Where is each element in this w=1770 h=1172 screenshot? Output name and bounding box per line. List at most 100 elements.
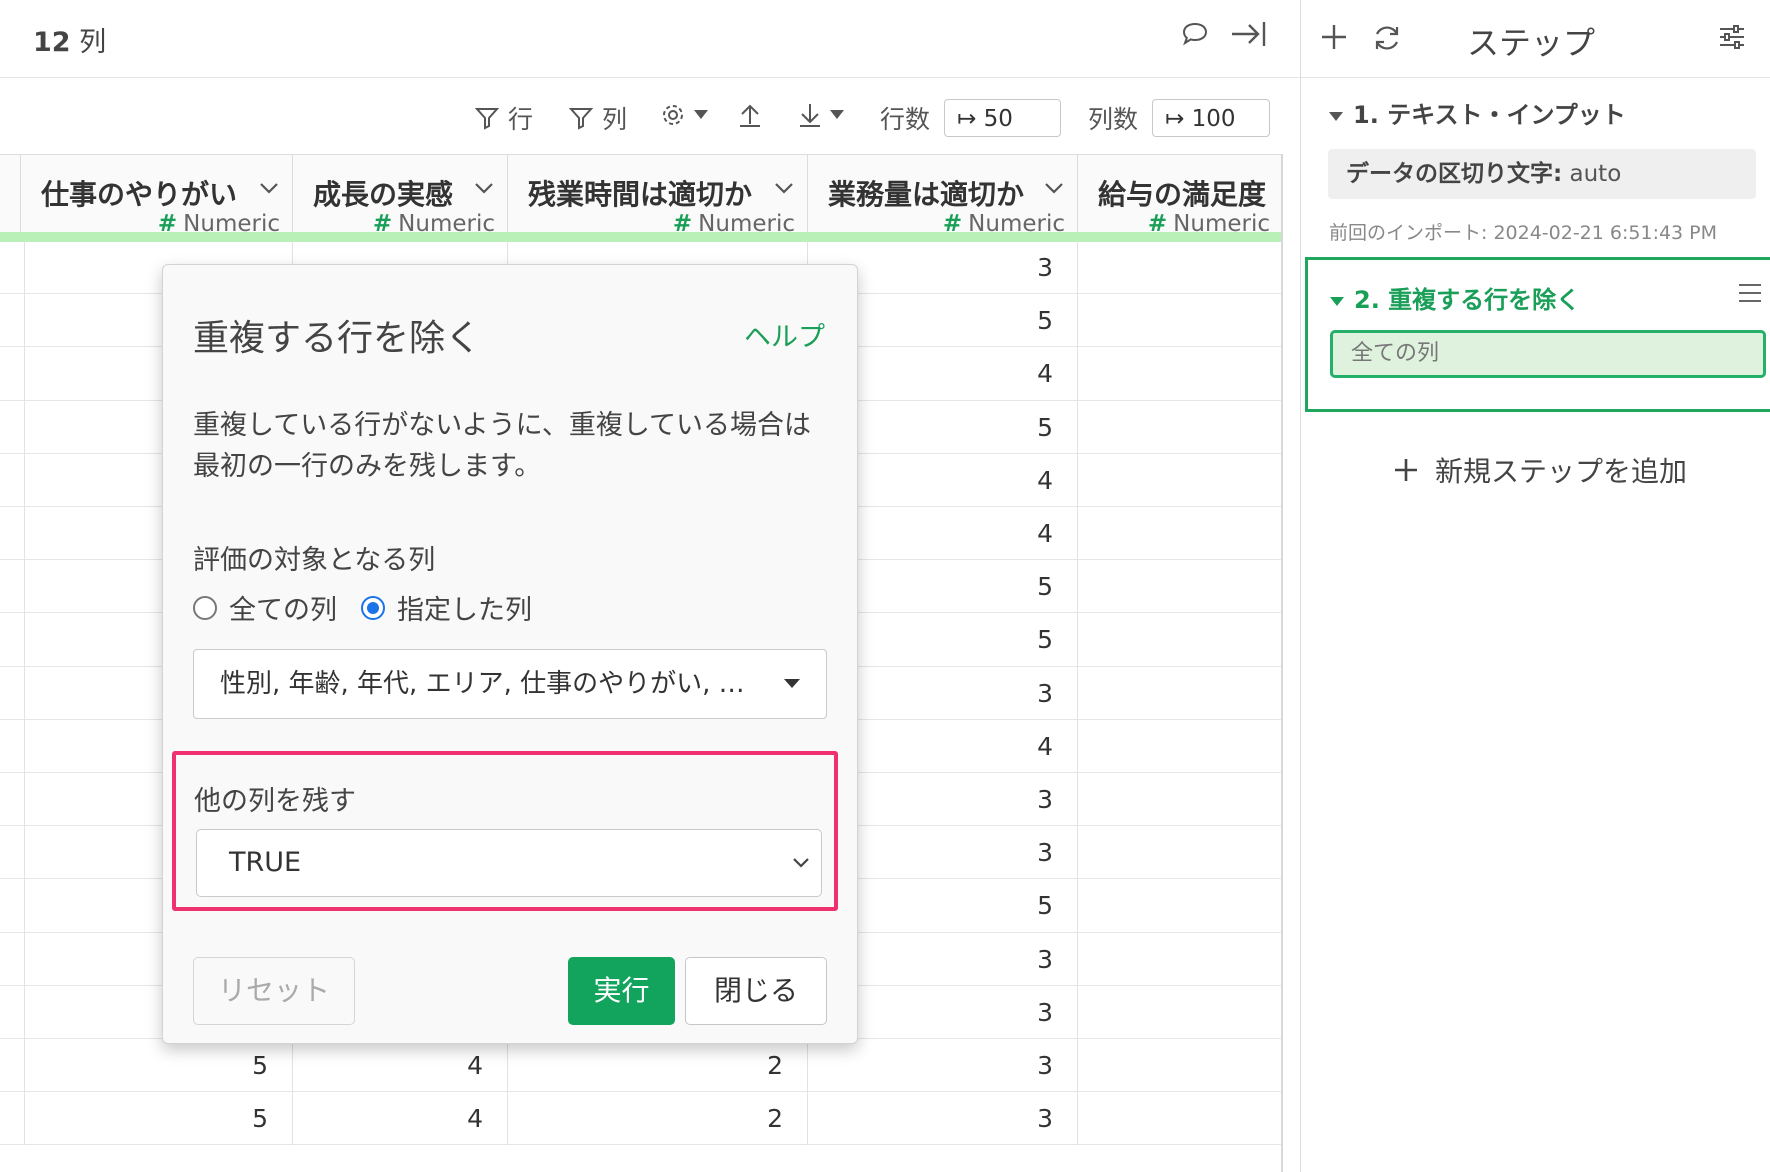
remove-duplicates-dialog: 重複する行を除く ヘルプ 重複している行がないように、重複している場合は最初の一… — [162, 264, 858, 1044]
column-header[interactable]: 業務量は適切か # Numeric — [808, 155, 1078, 237]
comment-icon[interactable] — [1175, 18, 1215, 58]
gear-icon — [663, 105, 683, 125]
column-filter-button[interactable]: 列 — [568, 100, 627, 136]
caret-down-icon — [1329, 111, 1343, 121]
plus-icon[interactable] — [1319, 22, 1349, 52]
column-name: 仕事のやりがい — [41, 178, 238, 211]
column-name: 給与の満足度 — [1098, 178, 1267, 211]
table-cell[interactable] — [1078, 879, 1282, 932]
caret-down-icon — [784, 679, 800, 688]
step-1-title[interactable]: 1. テキスト・インプット — [1329, 95, 1626, 130]
arrow-to-icon: ↦ — [1165, 106, 1185, 132]
table-cell[interactable] — [1078, 560, 1282, 613]
table-cell[interactable] — [1078, 241, 1282, 294]
help-link[interactable]: ヘルプ — [744, 315, 825, 354]
run-button[interactable]: 実行 — [568, 957, 675, 1025]
column-header[interactable]: 成長の実感 # Numeric — [293, 155, 508, 237]
step-1-parameter[interactable]: データの区切り文字: auto — [1328, 149, 1756, 199]
download-menu-button[interactable] — [798, 102, 844, 128]
columns-label: 列数 — [1088, 105, 1139, 134]
collapse-right-icon[interactable] — [1228, 18, 1268, 58]
table-cell[interactable] — [1078, 667, 1282, 720]
steps-header: ステップ — [1301, 0, 1770, 78]
add-step-button[interactable]: 新規ステップを追加 — [1393, 450, 1687, 490]
rows-label: 行数 — [880, 105, 931, 134]
keep-columns-highlight: 他の列を残す TRUE — [172, 751, 838, 911]
column-name: 業務量は適切か — [828, 178, 1025, 211]
chevron-down-icon[interactable] — [773, 177, 795, 199]
dialog-title: 重複する行を除く — [193, 318, 482, 359]
column-count: 12 列 — [33, 27, 107, 58]
table-cell[interactable]: 3 — [808, 1092, 1078, 1146]
column-filter-label: 列 — [602, 105, 628, 134]
radio-selected-label: 指定した列 — [397, 595, 532, 626]
column-header[interactable] — [0, 155, 21, 235]
row-filter-button[interactable]: 行 — [474, 100, 533, 136]
table-cell[interactable] — [1078, 401, 1282, 454]
radio-selected-columns[interactable]: 指定した列 — [361, 588, 532, 627]
radio-button[interactable] — [193, 595, 217, 620]
grid-header: 仕事のやりがい # Numeric 成長の実感 # Numeric 残業時間は適切か… — [0, 154, 1282, 242]
table-row: 5423 — [0, 1092, 1282, 1146]
steps-panel: ステップ 1. テキスト・インプット データの区切り文字: auto 前回のイン… — [1300, 0, 1770, 1172]
radio-button[interactable] — [361, 595, 385, 620]
table-cell[interactable]: 2 — [508, 1039, 808, 1093]
step-2-parameter[interactable]: 全ての列 — [1330, 330, 1766, 378]
hamburger-menu-icon[interactable] — [1737, 282, 1763, 304]
table-cell[interactable] — [1078, 773, 1282, 826]
sliders-icon[interactable] — [1717, 22, 1747, 52]
radio-all-columns[interactable]: 全ての列 — [193, 588, 337, 627]
table-cell[interactable]: 2 — [508, 1092, 808, 1146]
download-icon — [800, 104, 820, 127]
column-header[interactable]: 仕事のやりがい # Numeric — [21, 155, 293, 237]
table-cell[interactable] — [1078, 720, 1282, 773]
caret-down-icon — [694, 110, 708, 119]
keep-columns-select[interactable]: TRUE — [196, 829, 822, 897]
caret-down-icon — [830, 110, 844, 119]
columns-select[interactable]: 性別, 年齢, 年代, エリア, 仕事のやりがい, … — [193, 649, 827, 719]
table-cell[interactable] — [1078, 507, 1282, 560]
eval-columns-label: 評価の対象となる列 — [193, 545, 436, 576]
reset-button[interactable]: リセット — [193, 957, 355, 1025]
table-row: 5423 — [0, 1039, 1282, 1093]
table-cell[interactable]: 4 — [293, 1039, 508, 1093]
rows-count-input[interactable]: ↦ 50 — [944, 99, 1061, 137]
table-cell[interactable] — [1078, 347, 1282, 400]
refresh-icon[interactable] — [1371, 22, 1403, 54]
steps-title: ステップ — [1467, 24, 1596, 62]
table-cell[interactable] — [1078, 294, 1282, 347]
chevron-down-icon — [793, 858, 809, 868]
column-name: 成長の実感 — [313, 178, 454, 211]
grid-edge — [1281, 154, 1283, 1172]
step-2-card[interactable]: 2. 重複する行を除く 全ての列 — [1305, 257, 1770, 412]
columns-count-input[interactable]: ↦ 100 — [1152, 99, 1270, 137]
table-cell[interactable] — [1078, 986, 1282, 1039]
step-1-import-time: 前回のインポート: 2024-02-21 6:51:43 PM — [1329, 222, 1718, 244]
table-cell[interactable]: 4 — [293, 1092, 508, 1146]
upload-button[interactable] — [738, 102, 762, 128]
table-cell[interactable] — [1078, 933, 1282, 986]
plus-icon — [1395, 459, 1417, 481]
table-cell[interactable] — [1078, 826, 1282, 879]
table-cell[interactable]: 3 — [808, 1039, 1078, 1093]
radio-all-label: 全ての列 — [229, 595, 337, 626]
column-header[interactable]: 給与の満足度 # Numeric — [1078, 155, 1282, 237]
table-cell[interactable]: 5 — [21, 1092, 293, 1146]
close-button[interactable]: 閉じる — [685, 957, 827, 1025]
dialog-description: 重複している行がないように、重複している場合は最初の一行のみを残します。 — [193, 410, 812, 482]
data-header-bar: 12 列 — [0, 0, 1300, 78]
settings-menu-button[interactable] — [660, 102, 708, 128]
add-step-label: 新規ステップを追加 — [1435, 455, 1688, 488]
filter-icon — [474, 108, 500, 130]
table-cell[interactable] — [1078, 1039, 1282, 1092]
chevron-down-icon[interactable] — [258, 177, 280, 199]
chevron-down-icon[interactable] — [473, 177, 495, 199]
step-2-title[interactable]: 2. 重複する行を除く — [1330, 280, 1580, 315]
table-cell[interactable]: 5 — [21, 1039, 293, 1093]
table-cell[interactable] — [1078, 454, 1282, 507]
table-cell[interactable] — [1078, 613, 1282, 666]
column-header[interactable]: 残業時間は適切か # Numeric — [508, 155, 808, 237]
arrow-to-icon: ↦ — [957, 106, 977, 132]
chevron-down-icon[interactable] — [1043, 177, 1065, 199]
table-cell[interactable] — [1078, 1092, 1282, 1145]
